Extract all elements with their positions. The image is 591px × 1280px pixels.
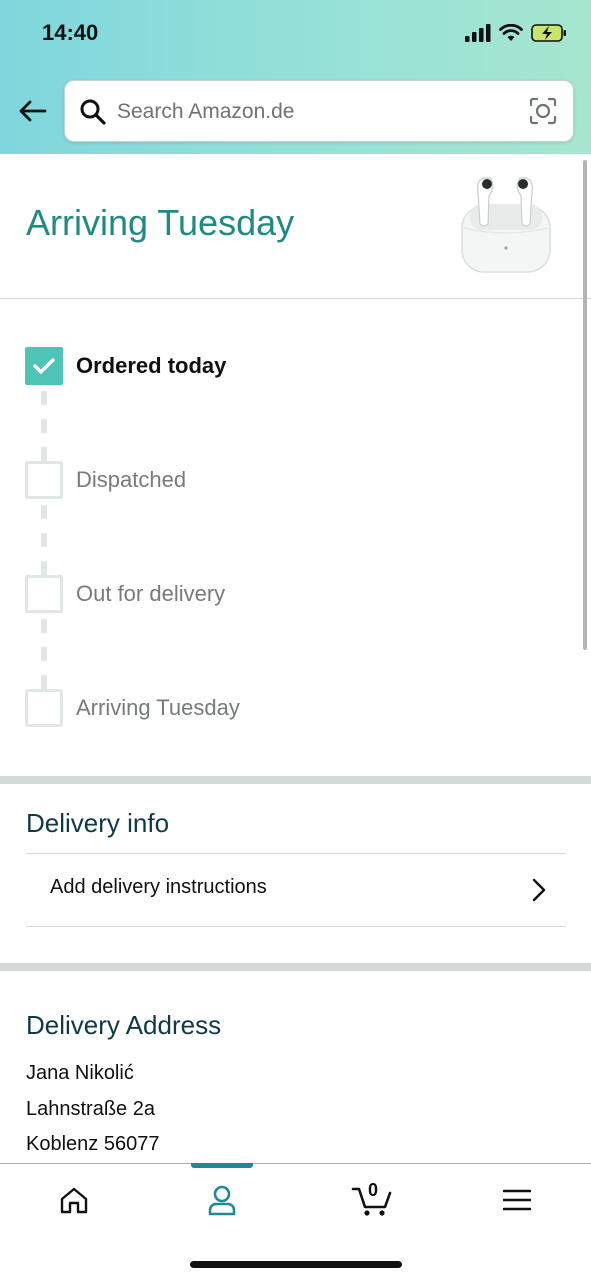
- wifi-icon: [499, 24, 523, 41]
- arriving-section: Arriving Tuesday: [0, 154, 591, 299]
- step-label: Dispatched: [76, 467, 187, 492]
- battery-charging-icon: [531, 24, 566, 42]
- tracker-step-ordered: Ordered today: [25, 347, 226, 385]
- step-checkbox: [25, 461, 63, 499]
- tracker-connector: [41, 391, 47, 405]
- section-divider: [0, 776, 591, 784]
- address-city: Koblenz 56077: [26, 1133, 160, 1155]
- cart-count-badge: 0: [367, 1180, 378, 1200]
- search-icon: [80, 99, 106, 125]
- tab-menu[interactable]: [487, 1178, 547, 1222]
- search-bar[interactable]: [64, 80, 574, 142]
- step-checkbox: [25, 689, 63, 727]
- checkmark-icon: [33, 358, 55, 374]
- hamburger-menu-icon: [503, 1189, 531, 1211]
- tracker-step-out-for-delivery: Out for delivery: [25, 575, 225, 613]
- step-label: Out for delivery: [76, 581, 226, 606]
- tracker-step-arriving: Arriving Tuesday: [25, 689, 240, 727]
- camera-scan-icon[interactable]: [529, 97, 557, 125]
- search-input[interactable]: [117, 95, 507, 129]
- delivery-info-title: Delivery info: [26, 808, 170, 838]
- tracker-connector: [41, 561, 47, 575]
- address-street: Lahnstraße 2a: [26, 1098, 155, 1120]
- tab-home[interactable]: [44, 1178, 104, 1222]
- tracker-connector: [41, 419, 47, 433]
- tracker-connector: [41, 533, 47, 547]
- tracker-connector: [41, 505, 47, 519]
- arrow-left-icon: [19, 100, 47, 122]
- back-button[interactable]: [14, 93, 50, 129]
- tracker-connector: [41, 675, 47, 689]
- tab-account[interactable]: [192, 1178, 252, 1222]
- signal-icon: [465, 24, 491, 42]
- add-delivery-instructions-label: Add delivery instructions: [50, 876, 267, 898]
- tracker-connector: [41, 447, 47, 461]
- home-indicator[interactable]: [190, 1261, 402, 1268]
- step-label: Ordered today: [76, 353, 227, 378]
- step-label: Arriving Tuesday: [76, 695, 240, 720]
- shipment-tracker: Ordered today Dispatched Out for deliver…: [0, 299, 591, 777]
- step-checkbox: [25, 575, 63, 613]
- tracker-step-dispatched: Dispatched: [25, 461, 186, 499]
- tracker-connector: [41, 647, 47, 661]
- arriving-title: Arriving Tuesday: [26, 202, 295, 243]
- address-name: Jana Nikolić: [26, 1062, 134, 1084]
- product-image-earbuds[interactable]: [456, 168, 556, 278]
- add-delivery-instructions-row[interactable]: Add delivery instructions: [26, 853, 566, 927]
- step-checkbox-done: [25, 347, 63, 385]
- app-header: 14:40: [0, 0, 591, 154]
- status-icons: [465, 23, 567, 43]
- delivery-address-title: Delivery Address: [26, 1010, 222, 1040]
- tracker-connector: [41, 619, 47, 633]
- chevron-right-icon: [532, 878, 546, 902]
- home-icon: [60, 1187, 88, 1214]
- status-time: 14:40: [42, 20, 99, 45]
- active-tab-indicator: [191, 1163, 253, 1168]
- user-icon: [208, 1185, 236, 1216]
- section-divider: [0, 963, 591, 971]
